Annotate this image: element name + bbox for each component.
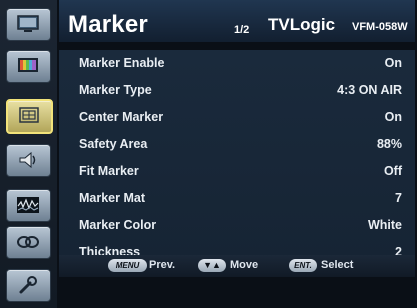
audio-icon bbox=[19, 151, 36, 169]
move-key-badge: ▼▲ bbox=[198, 259, 226, 272]
monitor-icon bbox=[17, 15, 39, 32]
color-bars-icon bbox=[18, 58, 38, 72]
menu-value: 88% bbox=[376, 137, 402, 151]
menu-label: Marker Enable bbox=[79, 56, 165, 70]
page-indicator: 1/2 bbox=[234, 24, 250, 36]
marker-icon bbox=[19, 107, 39, 123]
menu-row-marker-mat[interactable]: Marker Mat 7 bbox=[59, 185, 415, 212]
sidebar-item-loop[interactable] bbox=[6, 226, 51, 259]
header: Marker 1/2 TVLogic VFM-058W bbox=[59, 0, 415, 42]
menu-value: On bbox=[384, 56, 402, 70]
menu-label: Fit Marker bbox=[79, 164, 139, 178]
tools-icon bbox=[19, 276, 37, 294]
loop-icon bbox=[17, 236, 39, 248]
menu-value: 4:3 ON AIR bbox=[337, 83, 402, 97]
menu-row-center-marker[interactable]: Center Marker On bbox=[59, 104, 415, 131]
menu-value: Off bbox=[383, 164, 402, 178]
menu-label: Marker Type bbox=[79, 83, 152, 97]
menu-label: Marker Mat bbox=[79, 191, 145, 205]
marker-menu: Marker Enable On Marker Type 4:3 ON AIR … bbox=[59, 50, 415, 265]
select-hint: Select bbox=[321, 259, 354, 271]
model-label: VFM-058W bbox=[352, 21, 408, 33]
brand-label: TVLogic bbox=[268, 15, 336, 34]
sidebar-item-waveform[interactable] bbox=[6, 189, 51, 222]
sidebar-item-audio[interactable] bbox=[6, 144, 51, 177]
enter-key-badge: ENT. bbox=[289, 259, 317, 272]
menu-row-marker-type[interactable]: Marker Type 4:3 ON AIR bbox=[59, 77, 415, 104]
menu-value: 7 bbox=[395, 191, 402, 205]
menu-label: Marker Color bbox=[79, 218, 157, 232]
sidebar-item-tools[interactable] bbox=[6, 269, 51, 302]
menu-row-marker-color[interactable]: Marker Color White bbox=[59, 212, 415, 239]
menu-row-marker-enable[interactable]: Marker Enable On bbox=[59, 50, 415, 77]
page-title: Marker bbox=[68, 11, 148, 38]
sidebar-item-marker[interactable] bbox=[6, 99, 53, 134]
menu-key-badge: MENU bbox=[108, 259, 147, 272]
prev-hint: Prev. bbox=[149, 259, 176, 271]
waveform-icon bbox=[17, 197, 39, 213]
sidebar-item-monitor[interactable] bbox=[6, 8, 51, 41]
menu-value: White bbox=[367, 218, 402, 232]
menu-value: On bbox=[384, 110, 402, 124]
menu-label: Safety Area bbox=[79, 137, 148, 151]
footer-hints: MENU Prev. ▼▲ Move ENT. Select bbox=[59, 255, 415, 277]
sidebar bbox=[0, 0, 57, 308]
sidebar-item-color[interactable] bbox=[6, 50, 51, 83]
menu-label: Center Marker bbox=[79, 110, 164, 124]
move-hint: Move bbox=[230, 259, 259, 271]
menu-row-fit-marker[interactable]: Fit Marker Off bbox=[59, 158, 415, 185]
menu-row-safety-area[interactable]: Safety Area 88% bbox=[59, 131, 415, 158]
